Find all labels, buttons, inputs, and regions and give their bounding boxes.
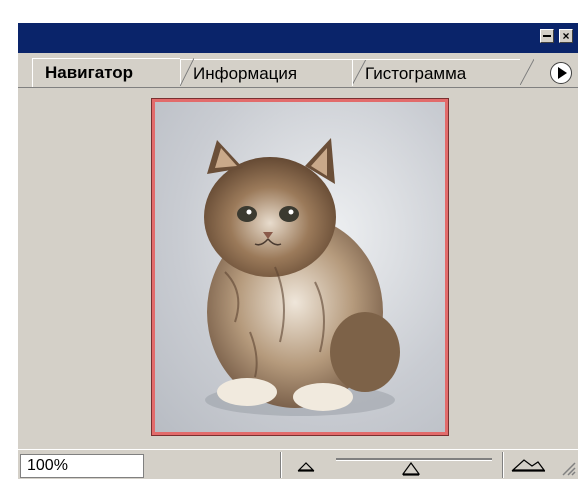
zoom-slider-thumb[interactable] [402, 462, 420, 476]
panel-menu-icon[interactable] [550, 62, 572, 84]
navigator-panel: × Навигатор Информация Гистограмма 100% [18, 23, 578, 479]
zoom-slider-track[interactable] [336, 458, 492, 461]
tab-histogram[interactable]: Гистограмма [352, 59, 534, 86]
tab-navigator-label: Навигатор [45, 63, 134, 82]
navigator-footer: 100% [18, 449, 578, 479]
resize-grip-icon[interactable] [558, 458, 576, 476]
divider [502, 452, 503, 478]
kitten-image [204, 138, 400, 416]
tab-divider [520, 59, 534, 85]
zoom-input[interactable]: 100% [20, 454, 144, 478]
navigator-preview[interactable] [151, 98, 449, 436]
tab-histogram-label: Гистограмма [365, 64, 467, 83]
minimize-button[interactable] [540, 29, 554, 43]
panel-title-bar[interactable]: × [18, 23, 578, 53]
zoom-in-icon[interactable] [510, 456, 546, 472]
tab-info-label: Информация [193, 64, 298, 83]
tab-info[interactable]: Информация [180, 59, 366, 86]
tab-strip: Навигатор Информация Гистограмма [18, 53, 578, 88]
zoom-out-icon[interactable] [296, 460, 316, 472]
close-button[interactable]: × [559, 29, 573, 43]
tab-navigator[interactable]: Навигатор [32, 58, 194, 87]
tab-divider [180, 58, 194, 86]
divider [280, 452, 281, 478]
